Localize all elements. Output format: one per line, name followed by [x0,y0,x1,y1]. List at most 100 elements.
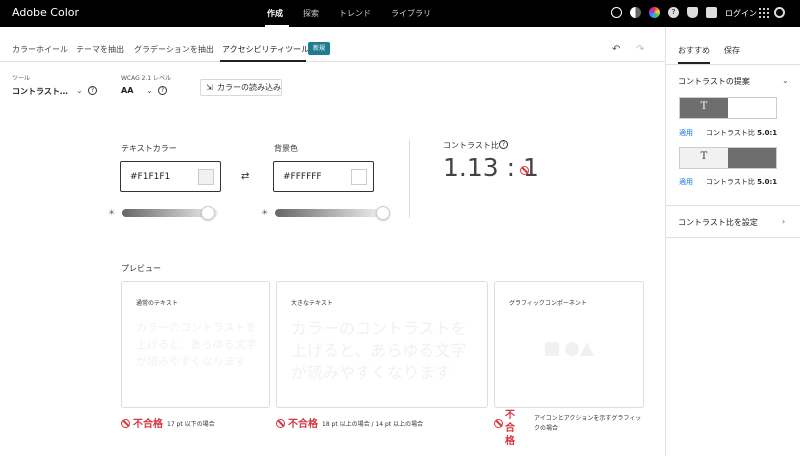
import-icon: ⇲ [206,83,213,92]
info-icon[interactable]: ? [158,86,167,95]
text-color-value[interactable]: #F1F1F1 [130,172,170,182]
color-wheel-icon[interactable] [649,7,660,18]
apps-grid-icon[interactable] [758,7,769,18]
tab-color-wheel[interactable]: カラーホイール [12,44,68,55]
bg-color-label: 背景色 [274,144,298,153]
tool-tabs: カラーホイール テーマを抽出 グラデーションを抽出 アクセシビリティツール 新規… [0,27,665,62]
import-colors-label: カラーの読み込み [217,83,281,92]
right-panel: おすすめ 保存 コントラストの提案 ⌄ T 適用 コントラスト比 5.0:1 T… [665,27,800,456]
sample-t: T [700,101,708,112]
app-title[interactable]: Adobe Color [12,6,79,19]
login-link[interactable]: ログイン [725,8,757,19]
bg-brightness-slider[interactable] [275,209,383,217]
chevron-down-icon[interactable]: ⌄ [146,86,153,95]
top-bar: Adobe Color 作成 探索 トレンド ライブラリ ? ログイン [0,0,800,27]
nav-trends[interactable]: トレンド [339,8,371,19]
card-title: グラフィックコンポーネント [509,300,587,307]
preview-card-large: 大きなテキスト カラーのコントラストを上げると、あらゆる文字が読みやすくなります [276,281,488,408]
undo-icon[interactable]: ↶ [612,44,620,55]
info-icon[interactable]: ? [499,140,508,149]
help-icon[interactable]: ? [668,7,679,18]
tab-accessibility[interactable]: アクセシビリティツール [222,44,309,55]
graphic-shapes-icon [545,342,594,356]
bg-color-input[interactable]: #FFFFFF [273,161,374,192]
brightness-icon: ☀ [108,208,116,217]
tab-extract-gradient[interactable]: グラデーションを抽出 [134,44,214,55]
preview-title: プレビュー [121,264,161,273]
preview-card-normal: 通常のテキスト カラーのコントラストを上げると、あらゆる文字が読みやすくなります [121,281,270,408]
chevron-down-icon[interactable]: ⌄ [782,76,789,85]
chevron-right-icon[interactable]: › [782,217,785,226]
tab-saved[interactable]: 保存 [724,45,740,56]
nav-explore[interactable]: 探索 [303,8,319,19]
ratio-value: 5.0:1 [757,178,778,186]
info-icon[interactable]: ? [88,86,97,95]
preview-card-graphic: グラフィックコンポーネント [494,281,644,408]
add-icon[interactable] [611,7,622,18]
apply-link[interactable]: 適用 [679,177,693,187]
result-desc: 17 pt 以下の場合 [167,421,215,428]
result-status: 不合格 [288,419,318,430]
fail-icon [276,419,285,428]
fail-icon [520,166,529,175]
text-color-input[interactable]: #F1F1F1 [120,161,221,192]
divider [409,140,410,218]
apply-link[interactable]: 適用 [679,128,693,138]
divider [666,237,800,238]
text-color-swatch[interactable] [198,169,214,185]
nav-libraries[interactable]: ライブラリ [391,8,431,19]
suggestion-swatch[interactable]: T [679,97,777,119]
swap-colors-icon[interactable]: ⇄ [241,171,249,182]
tab-extract-theme[interactable]: テーマを抽出 [76,44,124,55]
swatch-left: T [680,148,728,168]
header-icons: ? ログイン [611,7,786,21]
chat-icon[interactable] [706,7,717,18]
swatch-left: T [680,98,728,118]
text-color-label: テキストカラー [121,144,177,153]
swatch-right [728,148,776,168]
bg-color-swatch[interactable] [351,169,367,185]
ratio-label: コントラスト比 [706,178,755,186]
result-status: 不合格 [133,419,163,430]
fail-icon [121,419,130,428]
ratio-label: コントラスト比 [706,129,755,137]
sample-t: T [700,151,708,162]
swatch-right [728,98,776,118]
import-colors-button[interactable]: ⇲ カラーの読み込み [200,79,282,96]
notification-icon[interactable] [687,7,698,18]
theme-icon[interactable] [630,7,641,18]
tool-label: ツール [12,75,31,82]
creative-cloud-icon[interactable] [774,7,785,18]
result-desc: 18 pt 以上の場合 / 14 pt 以上の場合 [322,421,424,428]
tab-active-underline [220,60,306,62]
wcag-select[interactable]: AA [121,86,133,95]
card-sample-text: カラーのコントラストを上げると、あらゆる文字が読みやすくなります [136,321,257,368]
suggestions-title[interactable]: コントラストの提案 [678,76,750,87]
wcag-label: WCAG 2.1 レベル [121,75,172,82]
brightness-icon: ☀ [261,208,269,217]
card-title: 通常のテキスト [136,300,178,307]
tab-recommended[interactable]: おすすめ [678,45,710,56]
card-title: 大きなテキスト [291,300,333,307]
new-badge: 新規 [308,42,331,55]
result-status: 不合格 [505,410,515,447]
ratio-value: 5.0:1 [757,129,778,137]
text-brightness-handle[interactable] [201,206,216,220]
tool-select[interactable]: コントラスト… [12,86,68,97]
result-desc: アイコンとアクションを示すグラフィッ [534,415,642,422]
suggestion-swatch[interactable]: T [679,147,777,169]
suggestion-ratio: コントラスト比 5.0:1 [706,128,777,138]
divider [666,64,800,65]
bg-brightness-handle[interactable] [376,206,390,220]
divider [666,205,800,206]
set-contrast-ratio[interactable]: コントラスト比を設定 [678,217,758,228]
redo-icon[interactable]: ↷ [636,44,644,55]
fail-icon [494,419,503,428]
suggestion-ratio: コントラスト比 5.0:1 [706,177,777,187]
contrast-ratio-label: コントラスト比 [443,141,499,150]
chevron-down-icon[interactable]: ⌄ [76,86,83,95]
result-desc: クの場合 [534,425,559,432]
nav-create[interactable]: 作成 [267,8,283,19]
bg-color-value[interactable]: #FFFFFF [283,172,322,182]
card-sample-text: カラーのコントラストを上げると、あらゆる文字が読みやすくなります [291,319,467,382]
